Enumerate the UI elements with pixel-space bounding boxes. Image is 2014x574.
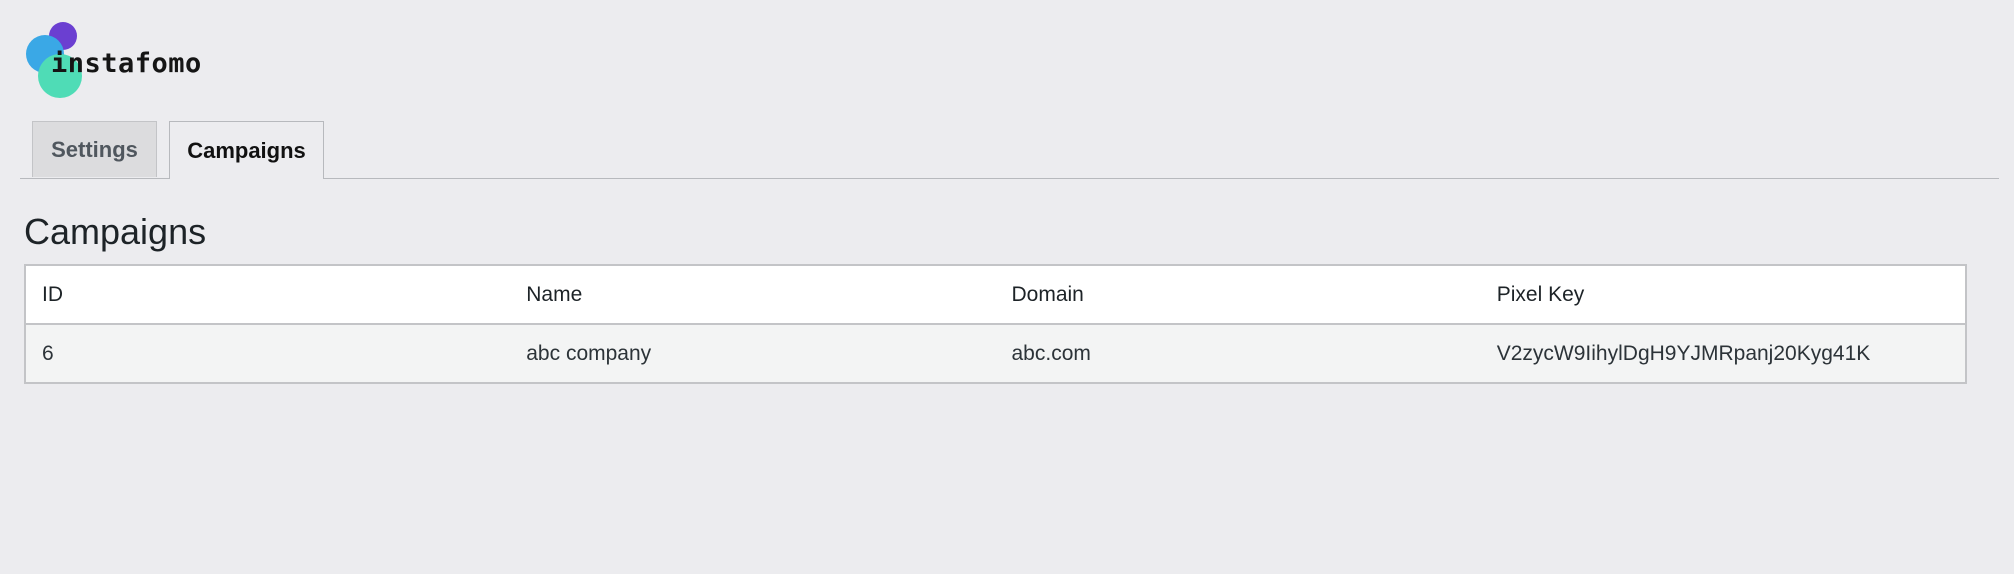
column-header-domain: Domain — [1011, 282, 1084, 306]
cell-pixel-key: V2zycW9IihylDgH9YJMRpanj20Kyg41K — [1496, 341, 1871, 365]
cell-name: abc company — [526, 341, 652, 365]
cell-domain: abc.com — [1011, 341, 1091, 365]
tab-bar: Settings Campaigns — [20, 121, 1999, 179]
logo-wordmark: instafomo — [51, 48, 202, 79]
campaigns-table: ID Name Domain Pixel Key 6 abc company a… — [24, 264, 1967, 384]
column-header-id: ID — [42, 282, 63, 306]
table-header-row: ID Name Domain Pixel Key — [25, 265, 1966, 324]
column-header-pixel-key: Pixel Key — [1496, 282, 1585, 306]
column-header-name: Name — [526, 282, 583, 306]
tab-campaigns[interactable]: Campaigns — [169, 121, 324, 179]
page-title: Campaigns — [24, 211, 207, 252]
table-row: 6 abc company abc.com V2zycW9IihylDgH9YJ… — [25, 324, 1966, 383]
cell-id: 6 — [42, 341, 54, 365]
instafomo-logo: instafomo — [24, 20, 224, 100]
tab-settings[interactable]: Settings — [32, 121, 157, 177]
